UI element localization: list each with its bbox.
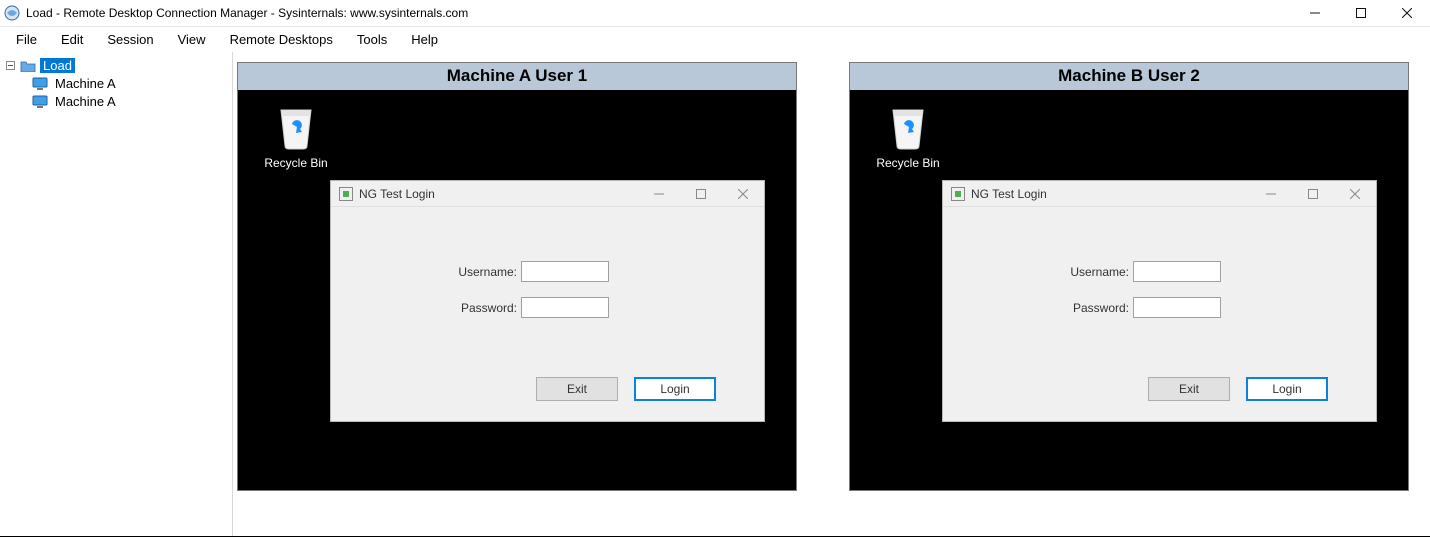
- login-dialog-icon: [951, 187, 965, 201]
- menu-edit[interactable]: Edit: [49, 28, 95, 51]
- tree-item-label[interactable]: Machine A: [52, 94, 119, 109]
- menubar: File Edit Session View Remote Desktops T…: [0, 26, 1430, 52]
- monitor-icon: [32, 77, 48, 90]
- menu-tools[interactable]: Tools: [345, 28, 399, 51]
- recycle-bin[interactable]: Recycle Bin: [872, 102, 944, 170]
- desktop-client-area: Machine A User 1 Recycle Bin: [233, 52, 1430, 536]
- password-label: Password:: [441, 301, 517, 315]
- dialog-minimize-button[interactable]: [638, 181, 680, 207]
- dialog-minimize-button[interactable]: [1250, 181, 1292, 207]
- menu-help[interactable]: Help: [399, 28, 450, 51]
- login-dialog-title: NG Test Login: [971, 187, 1047, 201]
- monitor-icon: [32, 95, 48, 108]
- recycle-bin-icon: [887, 102, 929, 150]
- menu-file[interactable]: File: [4, 28, 49, 51]
- desktop-tile[interactable]: Machine B User 2 Recycle Bin: [849, 62, 1409, 491]
- login-dialog: NG Test Login: [942, 180, 1377, 422]
- app-icon: [4, 5, 20, 21]
- username-input[interactable]: [1133, 261, 1221, 282]
- exit-button[interactable]: Exit: [536, 377, 618, 401]
- desktop-tile-title: Machine A User 1: [238, 63, 796, 90]
- menu-view[interactable]: View: [166, 28, 218, 51]
- password-input[interactable]: [521, 297, 609, 318]
- dialog-maximize-button[interactable]: [1292, 181, 1334, 207]
- password-label: Password:: [1053, 301, 1129, 315]
- desktop-tile-title: Machine B User 2: [850, 63, 1408, 90]
- tree-item-label[interactable]: Machine A: [52, 76, 119, 91]
- recycle-bin-label: Recycle Bin: [872, 156, 944, 170]
- recycle-bin-icon: [275, 102, 317, 150]
- tree-root[interactable]: Load: [0, 56, 232, 74]
- menu-session[interactable]: Session: [95, 28, 165, 51]
- exit-button[interactable]: Exit: [1148, 377, 1230, 401]
- folder-icon: [20, 59, 36, 72]
- dialog-maximize-button[interactable]: [680, 181, 722, 207]
- login-dialog-icon: [339, 187, 353, 201]
- connection-tree: Load Machine A Machin: [0, 52, 233, 536]
- username-label: Username:: [441, 265, 517, 279]
- tree-root-label[interactable]: Load: [40, 58, 75, 73]
- login-button[interactable]: Login: [1246, 377, 1328, 401]
- login-button[interactable]: Login: [634, 377, 716, 401]
- dialog-close-button[interactable]: [722, 181, 764, 207]
- login-dialog-title: NG Test Login: [359, 187, 435, 201]
- dialog-close-button[interactable]: [1334, 181, 1376, 207]
- login-dialog-titlebar[interactable]: NG Test Login: [943, 181, 1376, 207]
- username-input[interactable]: [521, 261, 609, 282]
- login-dialog: NG Test Login: [330, 180, 765, 422]
- tree-item[interactable]: Machine A: [0, 74, 232, 92]
- desktop-tile[interactable]: Machine A User 1 Recycle Bin: [237, 62, 797, 491]
- password-input[interactable]: [1133, 297, 1221, 318]
- recycle-bin[interactable]: Recycle Bin: [260, 102, 332, 170]
- tree-item[interactable]: Machine A: [0, 92, 232, 110]
- remote-desktop-screen[interactable]: Recycle Bin NG Test Login: [238, 90, 796, 490]
- username-label: Username:: [1053, 265, 1129, 279]
- window-maximize-button[interactable]: [1338, 0, 1384, 26]
- recycle-bin-label: Recycle Bin: [260, 156, 332, 170]
- remote-desktop-screen[interactable]: Recycle Bin NG Test Login: [850, 90, 1408, 490]
- window-minimize-button[interactable]: [1292, 0, 1338, 26]
- tree-collapse-icon[interactable]: [4, 59, 16, 71]
- window-close-button[interactable]: [1384, 0, 1430, 26]
- menu-remote-desktops[interactable]: Remote Desktops: [218, 28, 345, 51]
- login-dialog-titlebar[interactable]: NG Test Login: [331, 181, 764, 207]
- window-titlebar: Load - Remote Desktop Connection Manager…: [0, 0, 1430, 26]
- window-title: Load - Remote Desktop Connection Manager…: [26, 6, 468, 20]
